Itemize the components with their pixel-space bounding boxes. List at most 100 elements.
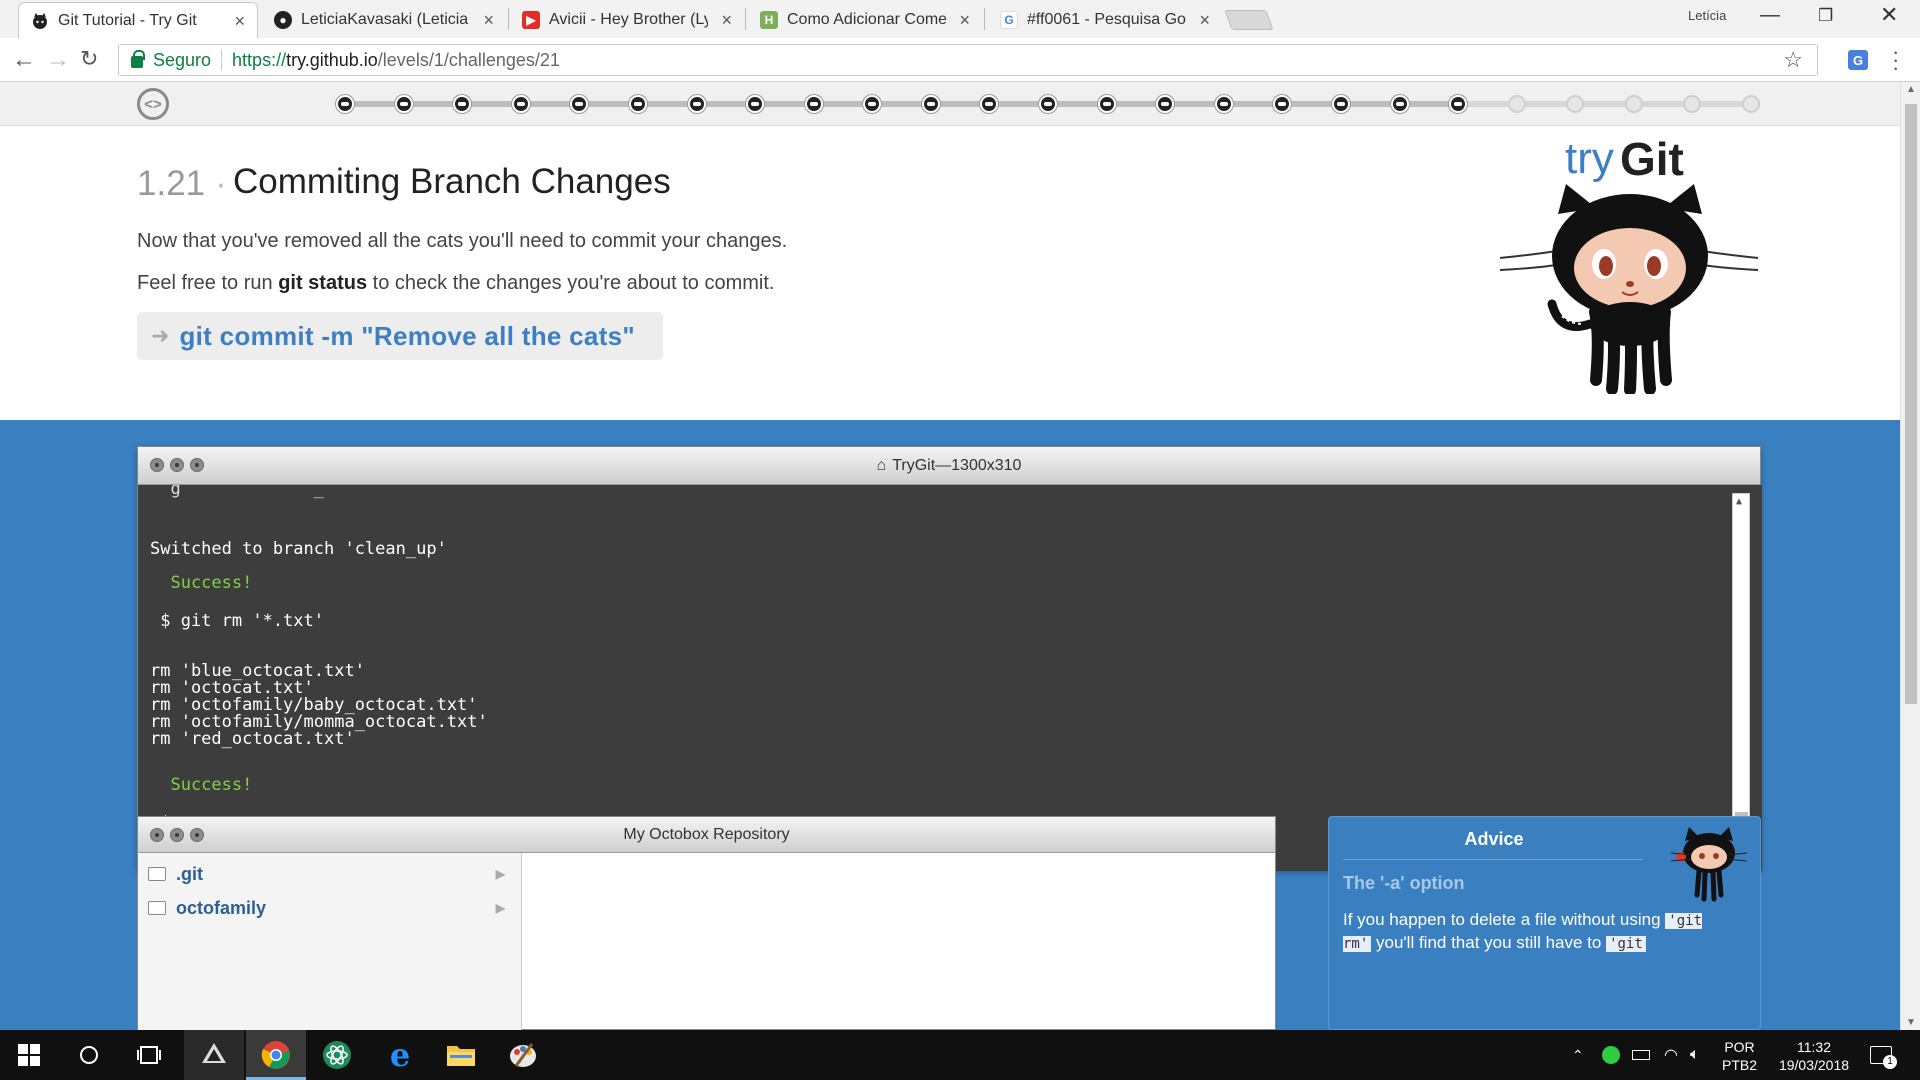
- paint-icon[interactable]: [506, 1038, 540, 1072]
- folder-icon: [148, 901, 166, 915]
- url-host: try.github.io: [286, 49, 378, 70]
- search-icon[interactable]: [72, 1038, 106, 1072]
- progress-step-19[interactable]: [1390, 95, 1409, 113]
- trygit-logo: try Git: [1500, 133, 1760, 424]
- progress-step-24[interactable]: [1683, 95, 1702, 113]
- close-tab-icon[interactable]: ×: [959, 10, 970, 31]
- minimize-icon[interactable]: —: [1760, 4, 1780, 27]
- clock-date: 19/03/2018: [1778, 1057, 1850, 1073]
- windows-start-icon[interactable]: [12, 1038, 46, 1072]
- terminal-line: Switched to branch 'clean_up': [150, 539, 447, 559]
- progress-step-4[interactable]: [511, 95, 530, 113]
- progress-step-15[interactable]: [1156, 95, 1175, 113]
- repo-item-octofamily[interactable]: octofamily ▶: [148, 893, 513, 923]
- challenge-header: 1.21 · Commiting Branch Changes Now that …: [0, 126, 1900, 420]
- terminal-scrollbar[interactable]: ▲ ▼: [1732, 493, 1750, 867]
- page-scroll-thumb[interactable]: [1905, 104, 1917, 704]
- scroll-down-icon[interactable]: ▼: [1906, 1017, 1916, 1028]
- progress-step-22[interactable]: [1566, 95, 1585, 113]
- terminal-line: rm 'red_octocat.txt': [150, 729, 355, 749]
- close-tab-icon[interactable]: ×: [721, 10, 732, 31]
- command-suggestion-button[interactable]: ➜ git commit -m "Remove all the cats": [137, 312, 663, 360]
- code-home-icon[interactable]: <>: [137, 88, 169, 120]
- advice-title: Advice: [1464, 829, 1524, 849]
- progress-step-6[interactable]: [628, 95, 647, 113]
- system-clock[interactable]: 11:32 19/03/2018: [1768, 1038, 1860, 1074]
- taskbar-app-chrome[interactable]: [246, 1030, 306, 1080]
- task-view-icon[interactable]: [132, 1038, 166, 1072]
- tab-label: LeticiaKavasaki (Leticia K: [301, 11, 470, 28]
- progress-step-20[interactable]: [1449, 95, 1468, 113]
- octocat-icon: [31, 12, 49, 30]
- edge-icon[interactable]: e: [383, 1036, 417, 1074]
- terminal-console[interactable]: g _ Switched to branch 'clean_up' Succes…: [138, 485, 1762, 871]
- lock-icon: [131, 50, 145, 68]
- notifications-icon[interactable]: 1: [1870, 1030, 1897, 1080]
- progress-step-11[interactable]: [921, 95, 940, 113]
- chrome-icon: [259, 1038, 293, 1072]
- forward-icon[interactable]: →: [46, 46, 70, 74]
- progress-step-14[interactable]: [1097, 95, 1116, 113]
- terminal-title: ⌂ TryGit—1300x310: [876, 457, 1022, 474]
- challenge-progress-bar: <>: [0, 82, 1900, 126]
- tab-youtube[interactable]: ▶ Avicii - Hey Brother (Lyric ×: [510, 2, 744, 38]
- progress-step-1[interactable]: [336, 95, 354, 113]
- progress-step-23[interactable]: [1624, 95, 1643, 113]
- atom-icon[interactable]: [320, 1038, 354, 1072]
- reload-icon[interactable]: ↻: [80, 46, 98, 72]
- translate-extension-icon[interactable]: G: [1848, 50, 1868, 70]
- new-tab-button[interactable]: [1224, 10, 1274, 30]
- home-icon: ⌂: [876, 457, 887, 474]
- profile-name[interactable]: Letícia: [1688, 8, 1726, 23]
- back-icon[interactable]: ←: [12, 46, 36, 74]
- file-explorer-icon[interactable]: [444, 1038, 478, 1072]
- progress-step-12[interactable]: [980, 95, 999, 113]
- workspace-area: ⌂ TryGit—1300x310 g _ Switched to branch …: [0, 420, 1900, 1030]
- terminal-partial-line: g _: [150, 485, 324, 499]
- page-scrollbar[interactable]: ▲ ▼: [1900, 82, 1920, 1030]
- octocat-advice-icon: [1670, 827, 1748, 902]
- bookmark-star-icon[interactable]: ☆: [1783, 47, 1803, 73]
- taskbar-app-inkscape[interactable]: [184, 1030, 244, 1080]
- repository-window: My Octobox Repository .git ▶ octofamily …: [137, 816, 1276, 1030]
- tab-comentarios[interactable]: H Como Adicionar Coment ×: [748, 2, 982, 38]
- scroll-up-icon[interactable]: ▲: [1736, 496, 1742, 507]
- close-window-icon[interactable]: ✕: [1880, 2, 1898, 28]
- close-tab-icon[interactable]: ×: [234, 11, 245, 32]
- progress-step-17[interactable]: [1273, 95, 1292, 113]
- progress-step-8[interactable]: [746, 95, 765, 113]
- omnibox[interactable]: Seguro https://try.github.io/levels/1/ch…: [118, 44, 1818, 76]
- progress-step-25[interactable]: [1742, 95, 1760, 113]
- wifi-icon[interactable]: ◠: [1664, 1030, 1678, 1080]
- close-tab-icon[interactable]: ×: [1199, 10, 1210, 31]
- repo-item-git[interactable]: .git ▶: [148, 859, 513, 889]
- input-language-indicator[interactable]: POR PTB2: [1722, 1038, 1757, 1074]
- tab-github-profile[interactable]: ● LeticiaKavasaki (Leticia K ×: [262, 2, 506, 38]
- tray-overflow-icon[interactable]: ⌃: [1572, 1030, 1584, 1080]
- progress-step-5[interactable]: [570, 95, 589, 113]
- terminal-line: $ git rm '*.txt': [150, 611, 324, 631]
- challenge-title: Commiting Branch Changes: [233, 162, 671, 201]
- chrome-menu-icon[interactable]: · · ·: [1892, 41, 1899, 79]
- progress-step-18[interactable]: [1331, 95, 1350, 113]
- scroll-up-icon[interactable]: ▲: [1906, 84, 1916, 95]
- progress-step-3[interactable]: [453, 95, 472, 113]
- url-scheme: https://: [232, 49, 287, 70]
- volume-icon[interactable]: 🔈︎: [1690, 1030, 1700, 1080]
- advice-panel: Advice The '-a' option If you happen to …: [1328, 816, 1761, 1030]
- progress-step-13[interactable]: [1039, 95, 1057, 113]
- level-number: 1.21 ·: [137, 164, 227, 203]
- battery-icon[interactable]: [1632, 1030, 1650, 1080]
- progress-step-21[interactable]: [1507, 95, 1526, 113]
- progress-step-9[interactable]: [804, 95, 823, 113]
- close-tab-icon[interactable]: ×: [483, 10, 494, 31]
- progress-step-7[interactable]: [687, 95, 706, 113]
- restore-icon[interactable]: ❐: [1818, 6, 1833, 26]
- terminal-line: Success!: [150, 573, 253, 593]
- tray-green-app-icon[interactable]: [1602, 1030, 1620, 1080]
- tab-git-tutorial[interactable]: Git Tutorial - Try Git ×: [18, 2, 258, 38]
- progress-step-2[interactable]: [394, 95, 413, 113]
- progress-step-10[interactable]: [863, 95, 882, 113]
- progress-step-16[interactable]: [1214, 95, 1233, 113]
- tab-google-search[interactable]: G #ff0061 - Pesquisa Goog ×: [988, 2, 1222, 38]
